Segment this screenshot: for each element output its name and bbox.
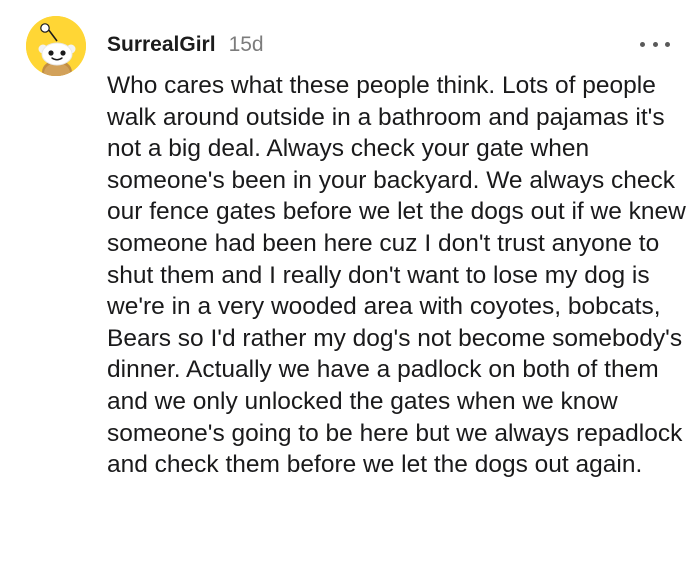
comment: SurrealGirl 15d Who cares what these peo… xyxy=(0,0,700,567)
dot xyxy=(652,41,658,47)
username[interactable]: SurrealGirl xyxy=(107,33,216,57)
dot xyxy=(640,41,645,47)
timestamp[interactable]: 15d xyxy=(229,33,264,57)
snoo-icon xyxy=(26,16,86,76)
reddit-snoo-avatar-icon[interactable] xyxy=(26,16,86,76)
more-options-icon[interactable] xyxy=(640,34,670,54)
dot xyxy=(665,41,670,47)
comment-body: Who cares what these people think. Lots … xyxy=(107,72,686,479)
comment-header: SurrealGirl 15d xyxy=(107,33,264,57)
